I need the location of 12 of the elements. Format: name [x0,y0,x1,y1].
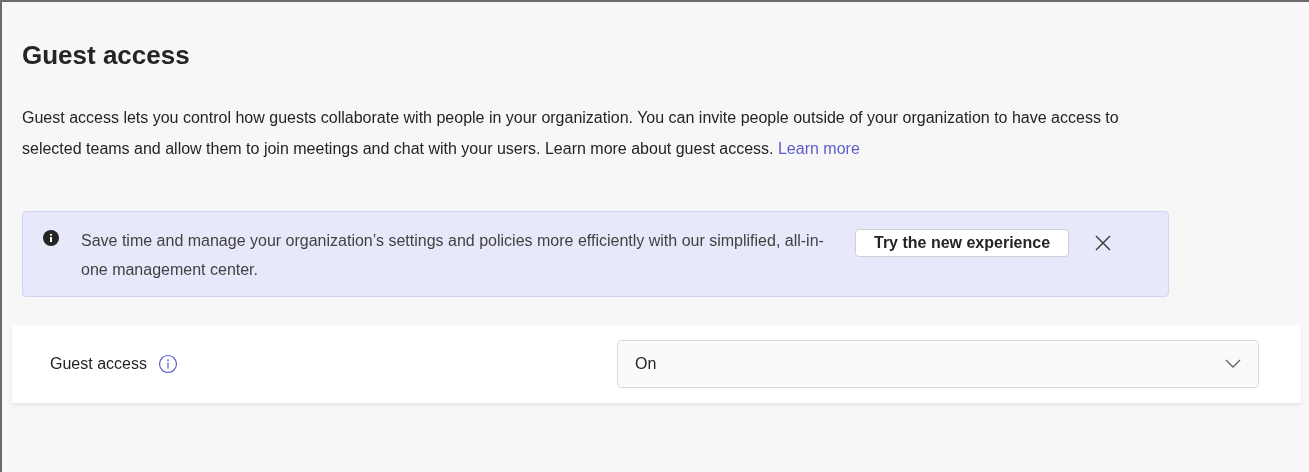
guest-access-dropdown[interactable]: On [617,340,1259,388]
description-text: Guest access lets you control how guests collaborate with people in your organization. You can invite people outside of your organization to have access to selected teams and allow them to join meetings and chat with your users. Learn more about guest access. Learn more [22,108,1120,159]
try-new-experience-button[interactable]: Try the new experience [855,229,1070,257]
close-icon[interactable] [1095,235,1112,251]
chevron-down-icon [1225,359,1241,369]
learn-more-link[interactable]: Learn more [777,140,860,157]
page-title: Guest access [22,39,191,72]
banner-text: Save time and manage your organization’s settings and policies more efficiently with our simplified, all-in-one management center. [81,231,825,280]
info-icon [43,230,59,246]
dropdown-value: On [635,354,657,374]
setting-label: Guest access [50,354,148,374]
info-icon[interactable] [158,354,178,374]
